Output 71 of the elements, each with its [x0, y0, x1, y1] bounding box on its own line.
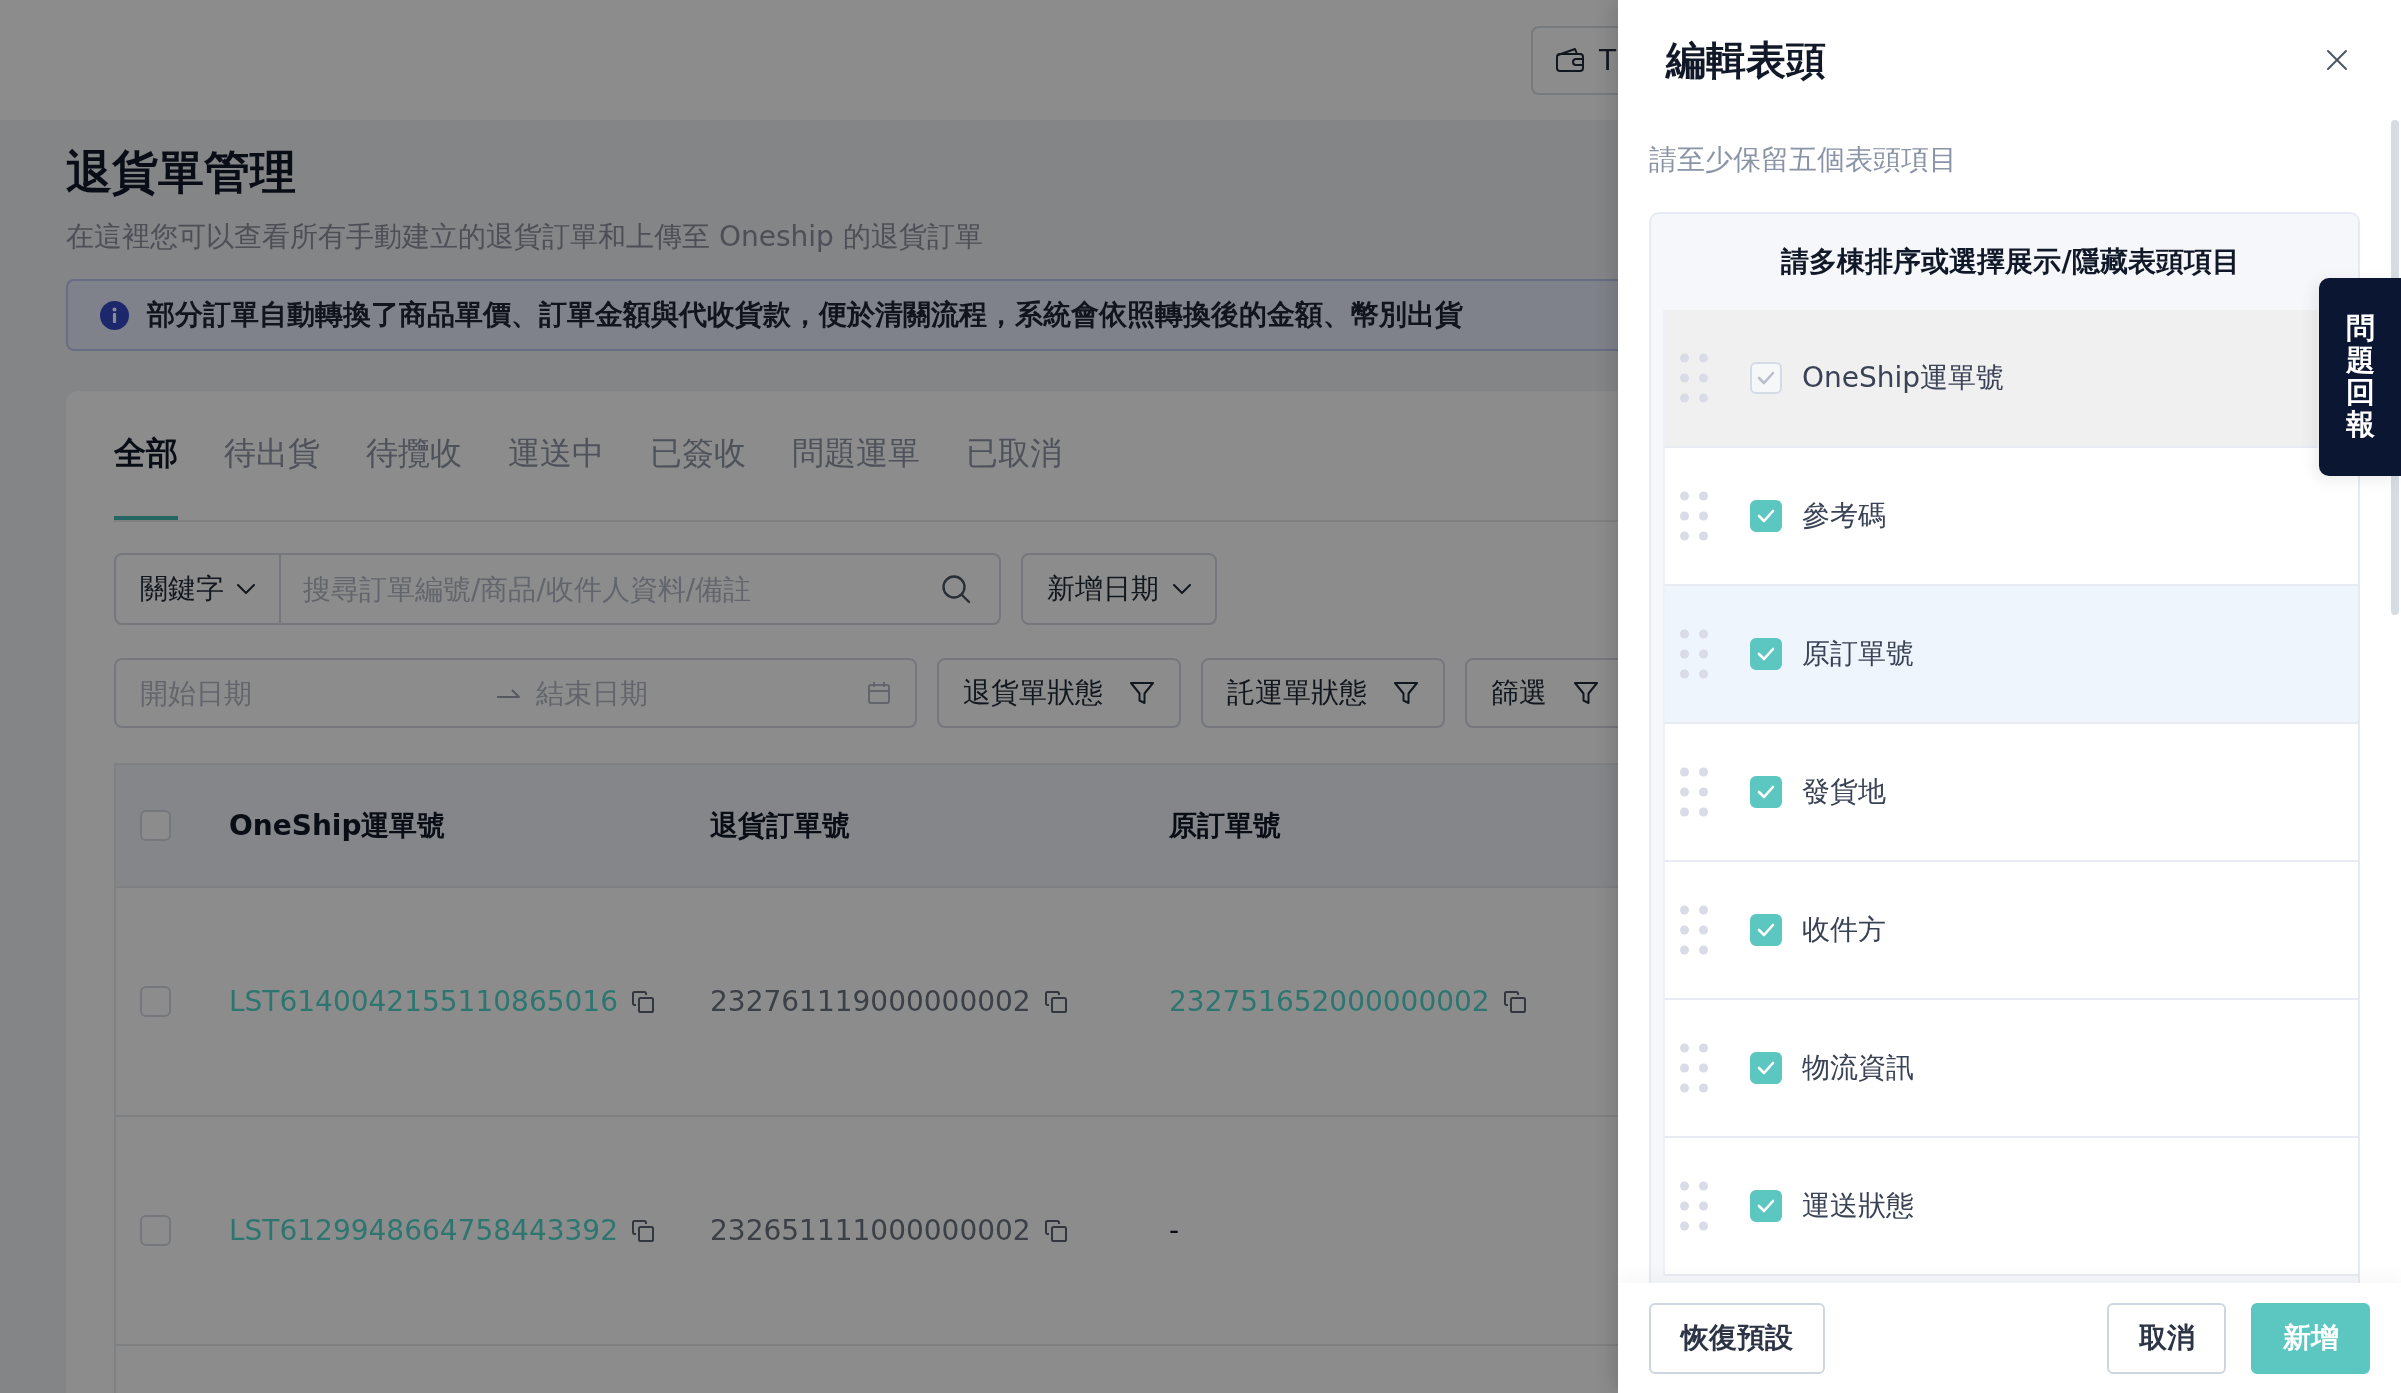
column-option-row[interactable]: 運送狀態 [1663, 1138, 2358, 1276]
option-label: 發貨地 [1802, 774, 1886, 810]
column-header: 退貨訂單號 [710, 807, 850, 844]
option-label: OneShip運單號 [1802, 360, 2005, 396]
filter-button[interactable]: 退貨單狀態 [937, 658, 1181, 728]
filter-button[interactable]: 託運單狀態 [1201, 658, 1445, 728]
drawer-title: 編輯表頭 [1666, 35, 1826, 85]
option-label: 參考碼 [1802, 498, 1886, 534]
filter-button[interactable]: 篩選 [1465, 658, 1618, 728]
table-cell: - [1169, 1214, 1180, 1247]
checkbox[interactable] [1750, 1052, 1782, 1084]
reset-button[interactable]: 恢復預設 [1649, 1302, 1825, 1374]
tab[interactable]: 全部 [114, 429, 178, 520]
select-all-checkbox[interactable] [140, 810, 171, 841]
keyword-select[interactable]: 關鍵字 [114, 553, 281, 625]
option-label: 收件方 [1802, 912, 1886, 948]
copy-icon[interactable] [1044, 1219, 1067, 1242]
wallet-button[interactable]: T [1531, 25, 1618, 95]
drag-handle-icon[interactable] [1680, 1043, 1708, 1093]
copy-icon[interactable] [1044, 990, 1067, 1013]
column-header: OneShip運單號 [229, 807, 446, 844]
wallet-icon [1555, 47, 1585, 73]
option-label: 原訂單號 [1802, 636, 1914, 672]
filter-icon [1573, 680, 1599, 706]
date-type-select[interactable]: 新增日期 [1021, 553, 1217, 625]
copy-icon[interactable] [1503, 990, 1526, 1013]
checkmark-icon [1757, 1199, 1775, 1213]
drag-handle-icon[interactable] [1680, 629, 1708, 679]
info-icon [100, 300, 129, 330]
row-checkbox[interactable] [140, 1215, 171, 1246]
checkmark-icon [1757, 371, 1775, 385]
drag-handle-icon[interactable] [1680, 491, 1708, 541]
checkbox[interactable] [1750, 500, 1782, 532]
checkmark-icon [1757, 1061, 1775, 1075]
filter-icon [1393, 680, 1419, 706]
copy-icon[interactable] [631, 990, 654, 1013]
chevron-down-icon [237, 584, 255, 594]
copy-icon[interactable] [631, 1219, 654, 1242]
checkmark-icon [1757, 923, 1775, 937]
checkmark-icon [1757, 785, 1775, 799]
column-option-row[interactable]: 參考碼 [1663, 448, 2358, 586]
option-label: 物流資訊 [1802, 1050, 1914, 1086]
order-number: 232761119000000002 [710, 985, 1031, 1018]
drag-handle-icon[interactable] [1680, 1181, 1708, 1231]
column-header: 原訂單號 [1169, 807, 1281, 844]
column-option-row[interactable]: 原訂單號 [1663, 586, 2358, 724]
close-icon[interactable] [2326, 49, 2348, 71]
drag-handle-icon[interactable] [1680, 905, 1708, 955]
drag-handle-icon[interactable] [1680, 767, 1708, 817]
filter-icon [1129, 680, 1155, 706]
column-option-row[interactable]: 收件方 [1663, 862, 2358, 1000]
checkbox[interactable] [1750, 638, 1782, 670]
feedback-tab[interactable]: 問題回報 [2319, 278, 2401, 476]
list-title: 請多棟排序或選擇展示/隱藏表頭項目 [1780, 244, 2241, 280]
column-option-row[interactable]: 發貨地 [1663, 724, 2358, 862]
checkmark-icon [1757, 647, 1775, 661]
notice-text: 部分訂單自動轉換了商品單價、訂單金額與代收貨款，便於清關流程，系統會依照轉換後的金額、幣別出貨 [147, 297, 1463, 333]
checkbox[interactable] [1750, 776, 1782, 808]
hint-text: 請至少保留五個表頭項目 [1649, 142, 1957, 178]
row-checkbox[interactable] [140, 986, 171, 1017]
checkbox[interactable] [1750, 1190, 1782, 1222]
checkmark-icon [1757, 509, 1775, 523]
search-icon [941, 574, 971, 604]
chevron-down-icon [1173, 584, 1191, 594]
checkbox[interactable] [1750, 914, 1782, 946]
calendar-icon [867, 681, 891, 705]
column-option-row[interactable]: 物流資訊 [1663, 1000, 2358, 1138]
option-label: 運送狀態 [1802, 1188, 1914, 1224]
order-number: 232651111000000002 [710, 1214, 1031, 1247]
cancel-button[interactable]: 取消 [2107, 1302, 2226, 1374]
page-title: 退貨單管理 [66, 144, 297, 201]
